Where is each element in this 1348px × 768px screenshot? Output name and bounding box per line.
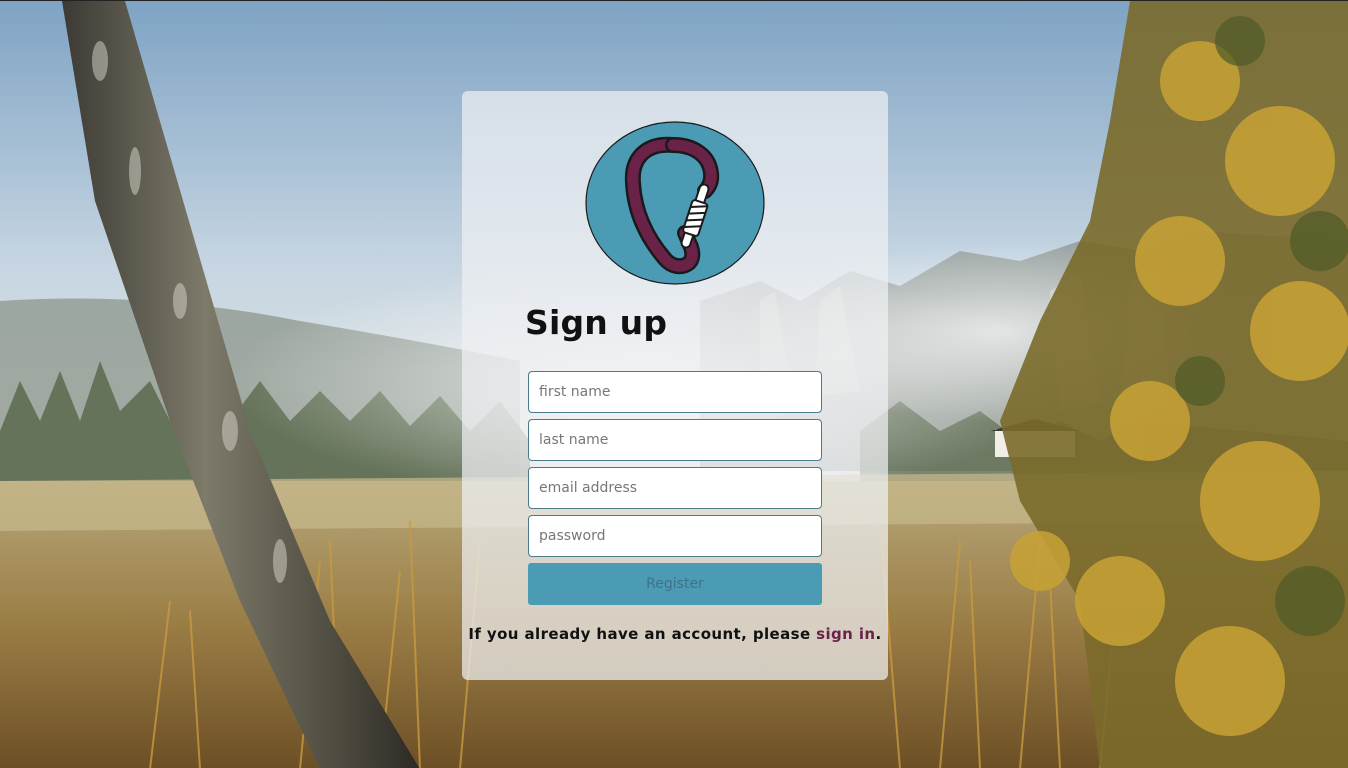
signin-prompt: If you already have an account, please s…	[462, 625, 888, 643]
register-button[interactable]: Register	[528, 563, 822, 605]
signin-prompt-prefix: If you already have an account, please	[468, 625, 817, 643]
sign-in-link[interactable]: sign in	[816, 625, 875, 643]
password-field[interactable]	[528, 515, 822, 557]
page-title: Sign up	[525, 303, 668, 342]
email-field[interactable]	[528, 467, 822, 509]
last-name-field[interactable]	[528, 419, 822, 461]
first-name-field[interactable]	[528, 371, 822, 413]
signup-page: Sign up Register If you already have an …	[0, 0, 1348, 768]
signup-card: Sign up Register If you already have an …	[462, 91, 888, 680]
signin-prompt-suffix: .	[875, 625, 882, 643]
carabiner-logo-icon	[585, 121, 765, 285]
